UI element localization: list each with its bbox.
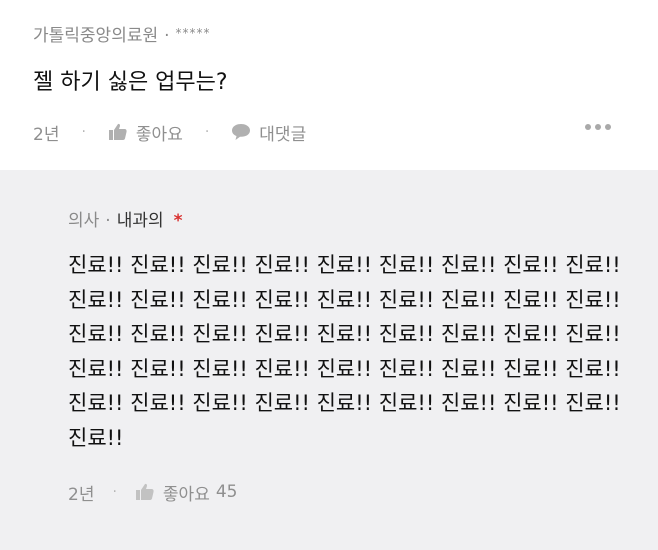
required-mark: * [173,211,183,231]
action-separator: · [81,124,86,140]
meta-separator: · [164,26,170,46]
post-card: 가톨릭중앙의료원 · ***** 젤 하기 싫은 업무는? 2년 · 좋아요 · 대… [0,0,658,170]
comment-time: 2년 [68,484,95,505]
comment-body: 진료!! 진료!! 진료!! 진료!! 진료!! 진료!! 진료!! 진료!! … [68,253,621,450]
comment-department: 내과의 [116,211,164,231]
like-button[interactable]: 좋아요 [108,120,183,145]
comment-like-button[interactable]: 좋아요 45 [135,480,238,505]
dot [595,124,601,130]
comment-section: 의사 · 내과의 * 진료!! 진료!! 진료!! 진료!! 진료!! 진료!! 진료… [0,170,658,550]
post-actions: 2년 · 좋아요 · 대댓글 [33,118,306,146]
comment-like-label: 좋아요 [162,484,210,505]
action-separator: · [204,124,210,140]
comment-meta: 의사 · 내과의 * [68,206,183,231]
comment-actions: 2년 · 좋아요 45 [68,478,237,506]
more-dots-icon[interactable] [585,124,611,130]
action-separator: · [112,484,117,500]
thumbs-up-icon [108,123,128,141]
comment-bubble-icon [231,123,251,141]
thumbs-up-icon [135,483,155,501]
comment-like-count: 45 [215,482,238,502]
post-meta: 가톨릭중앙의료원 · ***** [33,21,211,46]
reply-label: 대댓글 [259,124,307,145]
dot [585,124,591,130]
reply-button[interactable]: 대댓글 [231,120,306,145]
post-title: 젤 하기 싫은 업무는? [33,70,228,95]
comment-meta-separator: · [105,211,111,231]
comment-role: 의사 [68,211,100,231]
hospital-name[interactable]: 가톨릭중앙의료원 [33,26,158,46]
masked-author: ***** [175,26,211,40]
post-time: 2년 [33,124,60,145]
dot [605,124,611,130]
like-label: 좋아요 [135,124,183,145]
